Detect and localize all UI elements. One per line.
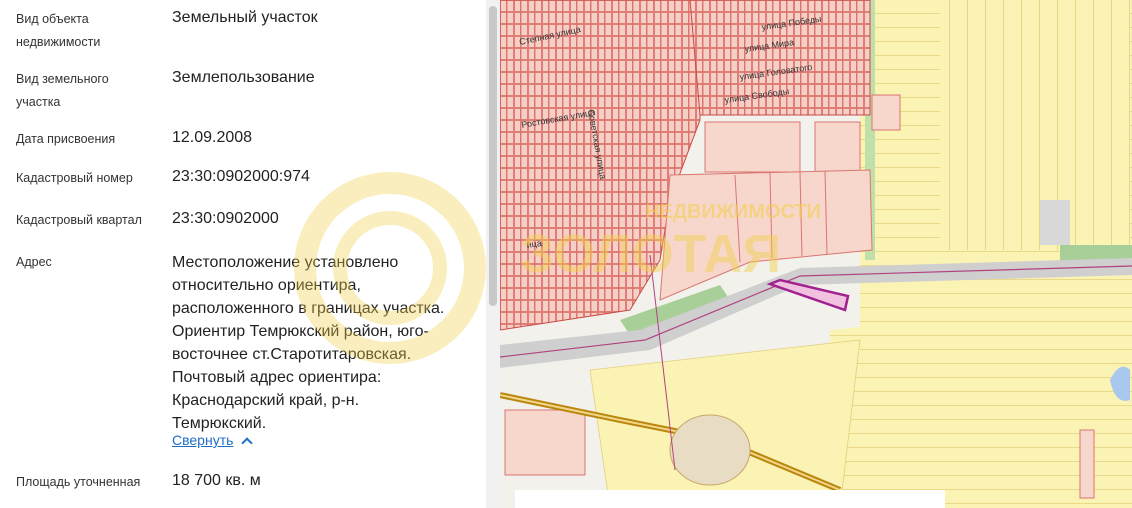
label-cadastral-number: Кадастровый номер — [16, 171, 133, 185]
scrollbar-thumb[interactable] — [489, 6, 497, 306]
map-canvas[interactable]: Степная улица Ростовская улица улица Поб… — [500, 0, 1132, 508]
map-bottom-bar — [515, 490, 945, 508]
collapse-link-wrap[interactable]: Свернуть — [172, 432, 254, 450]
value-object-type: Земельный участок — [172, 9, 318, 26]
property-details-panel: Вид объекта недвижимости Земельный участ… — [0, 0, 486, 508]
panel-scrollbar[interactable] — [486, 0, 500, 508]
value-cadastral-quarter: 23:30:0902000 — [172, 210, 279, 227]
plot-south-west — [504, 409, 586, 476]
settlement-blocks-east — [689, 0, 871, 116]
value-land-type: Землепользование — [172, 69, 315, 86]
plot-small — [871, 94, 901, 131]
chevron-up-icon[interactable] — [241, 437, 254, 449]
label-area: Площадь уточненная — [16, 475, 141, 489]
label-land-type: Вид земельного участка — [16, 72, 109, 109]
cadastral-map[interactable]: Степная улица Ростовская улица улица Поб… — [500, 0, 1132, 508]
field-north-east — [940, 0, 1130, 250]
value-area: 18 700 кв. м — [172, 472, 261, 489]
plot-south-east — [1079, 429, 1095, 499]
value-address: Местоположение установлено относительно … — [172, 254, 445, 432]
label-cadastral-quarter: Кадастровый квартал — [16, 213, 142, 227]
collapse-link[interactable]: Свернуть — [172, 432, 233, 448]
street-label: ица — [526, 238, 542, 250]
label-assign-date: Дата присвоения — [16, 132, 116, 146]
plot — [814, 121, 861, 173]
junction — [669, 414, 751, 486]
label-object-type: Вид объекта недвижимости — [16, 12, 101, 49]
grey-structure — [1040, 200, 1070, 245]
value-cadastral-number: 23:30:0902000:974 — [172, 168, 310, 185]
value-assign-date: 12.09.2008 — [172, 129, 253, 146]
label-address: Адрес — [16, 255, 52, 269]
plot — [704, 121, 801, 173]
